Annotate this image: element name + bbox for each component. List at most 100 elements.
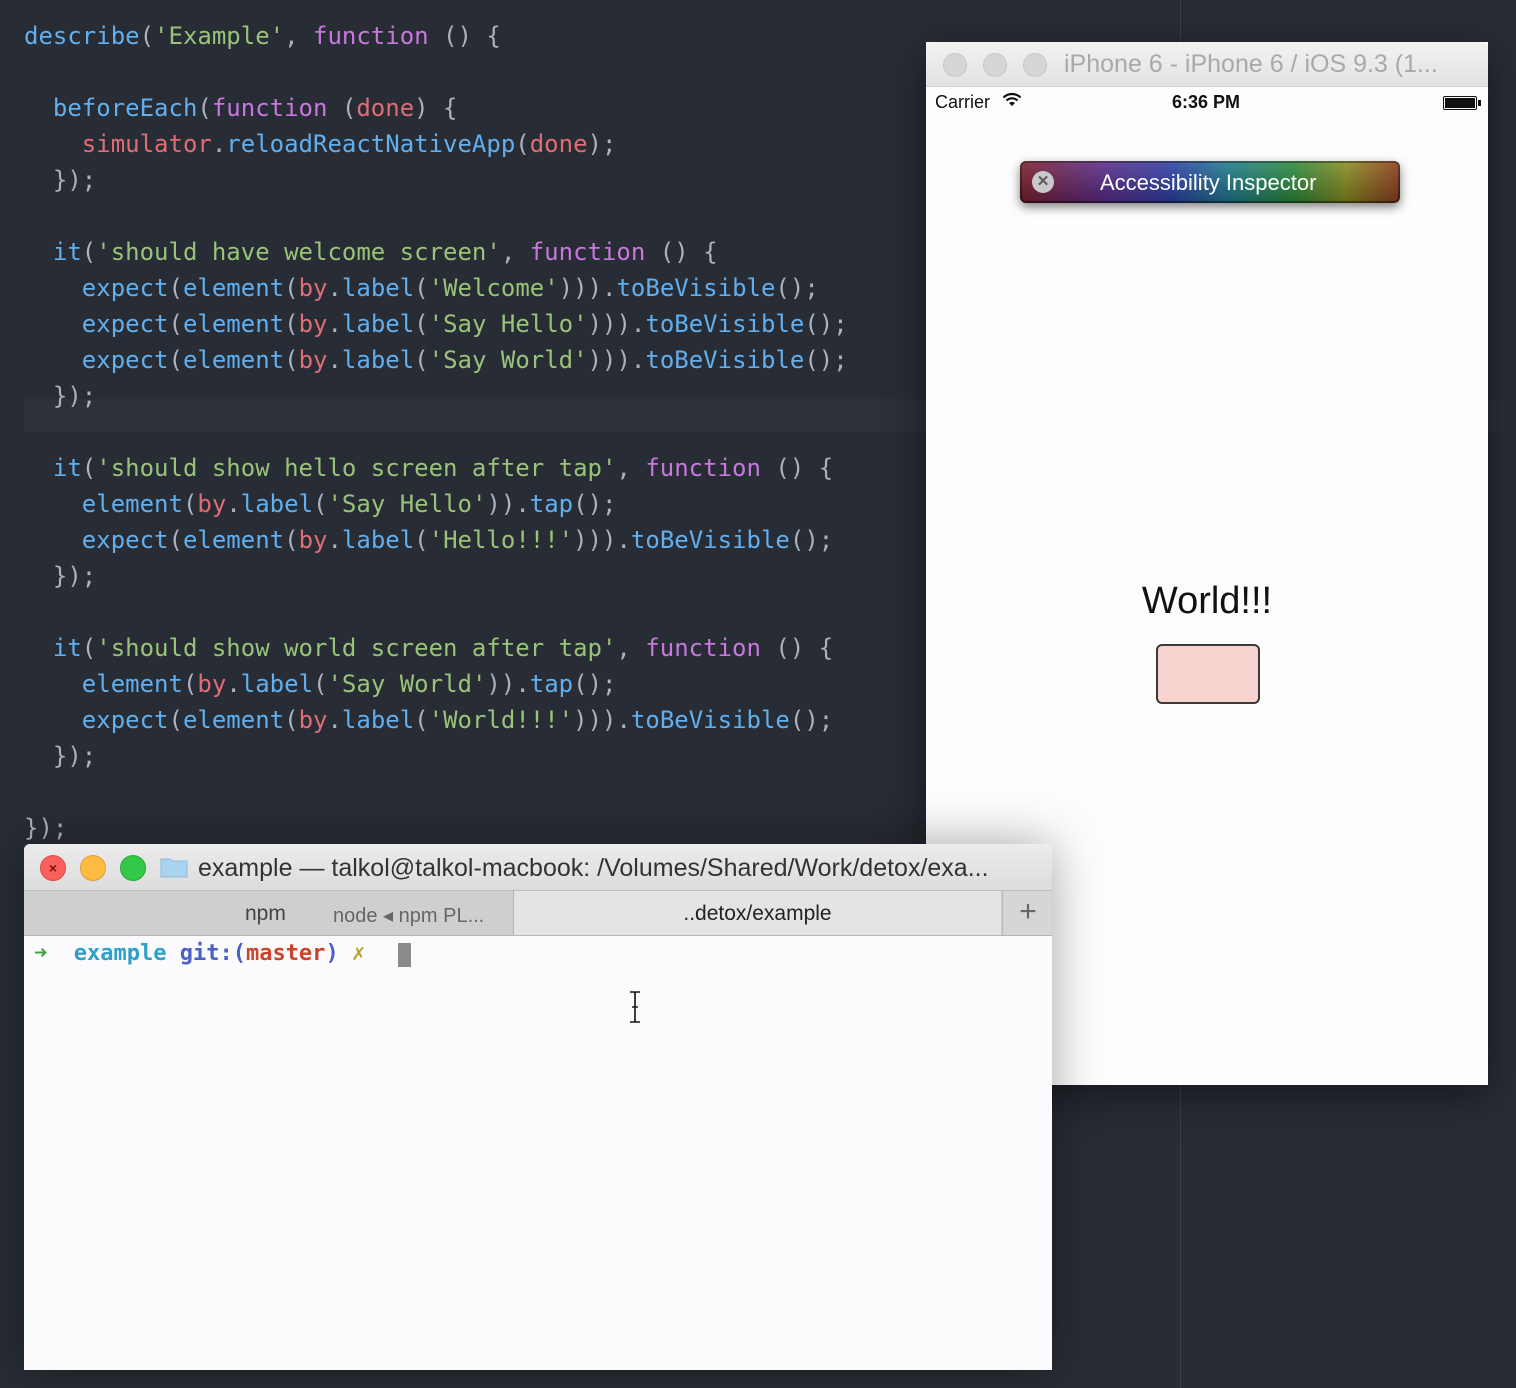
code-token: ( — [414, 346, 429, 374]
code-line[interactable]: expect(element(by.label('Say World'))).t… — [24, 342, 848, 378]
code-token: by — [298, 274, 328, 302]
code-line[interactable]: it('should have welcome screen', functio… — [24, 234, 718, 270]
code-token: ( — [515, 130, 530, 158]
tab-detox-example[interactable]: ..detox/example — [514, 891, 1001, 935]
code-token: ( — [168, 274, 183, 302]
code-token: ( — [81, 454, 97, 482]
code-token: ))). — [587, 310, 646, 338]
code-token: element — [182, 346, 285, 374]
code-line[interactable]: }); — [24, 162, 96, 198]
code-token: (); — [573, 670, 617, 698]
code-token: ( — [81, 238, 97, 266]
status-time: 6:36 PM — [1172, 92, 1241, 112]
close-icon: × — [48, 860, 58, 876]
simulator-minimize-button[interactable] — [983, 53, 1007, 77]
code-line[interactable]: it('should show world screen after tap',… — [24, 630, 833, 666]
code-token: (); — [573, 490, 617, 518]
text-cursor-icon — [630, 991, 640, 1023]
code-token: element — [182, 310, 285, 338]
code-token: ))). — [587, 346, 646, 374]
code-token: )). — [486, 490, 530, 518]
code-token: () { — [760, 454, 834, 482]
simulator-titlebar[interactable]: iPhone 6 - iPhone 6 / iOS 9.3 (1... — [926, 42, 1488, 87]
code-line[interactable]: }); — [24, 810, 67, 846]
code-token: describe — [24, 22, 140, 50]
code-token: 'Hello!!!' — [428, 526, 574, 554]
code-token: ( — [197, 94, 212, 122]
code-token: (); — [804, 346, 848, 374]
code-token: ( — [168, 526, 183, 554]
prompt-git-label: git:( — [179, 941, 246, 966]
code-token: function — [645, 634, 761, 662]
close-icon[interactable]: ✕ — [1032, 171, 1054, 193]
code-token: (); — [775, 274, 819, 302]
code-token: 'Example' — [154, 22, 285, 50]
code-token: function — [313, 22, 429, 50]
new-tab-button[interactable]: + — [1002, 891, 1052, 935]
code-token: 'Say World' — [327, 670, 487, 698]
tab-label: ..detox/example — [683, 902, 832, 925]
code-token: 'Say Hello' — [428, 310, 588, 338]
simulator-zoom-button[interactable] — [1023, 53, 1047, 77]
terminal-cursor — [398, 943, 411, 967]
code-token: 'should have welcome screen' — [96, 238, 501, 266]
code-line[interactable]: element(by.label('Say World')).tap(); — [24, 666, 617, 702]
code-token: ( — [327, 94, 357, 122]
prompt-arrow-icon: ➜ — [34, 941, 48, 966]
code-line[interactable]: }); — [24, 378, 96, 414]
terminal-window[interactable]: × example — talkol@talkol-macbook: /Volu… — [24, 844, 1052, 1370]
battery-icon — [1443, 96, 1477, 110]
code-line[interactable]: simulator.reloadReactNativeApp(done); — [24, 126, 617, 162]
code-token: it — [24, 454, 82, 482]
prompt-dirty-icon: ✗ — [351, 941, 366, 966]
code-line[interactable]: expect(element(by.label('Welcome'))).toB… — [24, 270, 819, 306]
code-token: ) { — [414, 94, 458, 122]
code-line[interactable]: expect(element(by.label('Say Hello'))).t… — [24, 306, 848, 342]
terminal-zoom-button[interactable] — [120, 855, 146, 881]
code-line[interactable]: expect(element(by.label('Hello!!!'))).to… — [24, 522, 833, 558]
code-token: tap — [529, 670, 574, 698]
code-line[interactable]: beforeEach(function (done) { — [24, 90, 458, 126]
code-token: , — [284, 22, 313, 50]
plus-icon: + — [1019, 895, 1037, 928]
code-token: simulator — [24, 130, 212, 158]
code-line[interactable]: expect(element(by.label('World!!!'))).to… — [24, 702, 833, 738]
terminal-output[interactable]: ➜ example git:(master) ✗ — [24, 935, 1052, 1370]
tab-subtitle: node ◂ npm PL... — [333, 905, 485, 927]
code-token: toBeVisible — [630, 706, 790, 734]
code-line[interactable]: }); — [24, 558, 96, 594]
world-view-box[interactable] — [1156, 644, 1260, 704]
code-token: ( — [414, 310, 429, 338]
terminal-minimize-button[interactable] — [80, 855, 106, 881]
code-token: ( — [284, 274, 299, 302]
code-token: expect — [24, 346, 169, 374]
code-token: expect — [24, 310, 169, 338]
terminal-close-button[interactable]: × — [40, 855, 66, 881]
code-token: 'should show world screen after tap' — [96, 634, 617, 662]
code-token: . — [327, 526, 342, 554]
code-token: toBeVisible — [630, 526, 790, 554]
code-token: ( — [139, 22, 155, 50]
code-token: , — [616, 454, 646, 482]
code-token: . — [226, 670, 241, 698]
terminal-titlebar[interactable]: × example — talkol@talkol-macbook: /Volu… — [24, 844, 1052, 890]
ios-status-bar: Carrier 6:36 PM — [926, 88, 1488, 116]
code-line[interactable]: describe('Example', function () { — [24, 18, 501, 54]
code-line[interactable]: element(by.label('Say Hello')).tap(); — [24, 486, 617, 522]
code-token: ))). — [573, 706, 631, 734]
tab-npm[interactable]: npm node ◂ npm PL... — [24, 891, 514, 935]
code-token: . — [327, 346, 342, 374]
code-token: }); — [24, 166, 97, 194]
shell-prompt: ➜ example git:(master) ✗ — [34, 941, 365, 966]
code-token: label — [341, 274, 415, 302]
code-line[interactable]: }); — [24, 738, 96, 774]
simulator-close-button[interactable] — [943, 53, 967, 77]
code-token: (); — [789, 526, 834, 554]
code-token: by — [298, 526, 328, 554]
code-line[interactable]: it('should show hello screen after tap',… — [24, 450, 833, 486]
accessibility-inspector-label: Accessibility Inspector — [1100, 170, 1317, 195]
code-token: ))). — [573, 526, 631, 554]
code-token: label — [341, 346, 415, 374]
accessibility-inspector-bar[interactable]: ✕ Accessibility Inspector — [1020, 161, 1400, 203]
code-token: label — [341, 526, 415, 554]
